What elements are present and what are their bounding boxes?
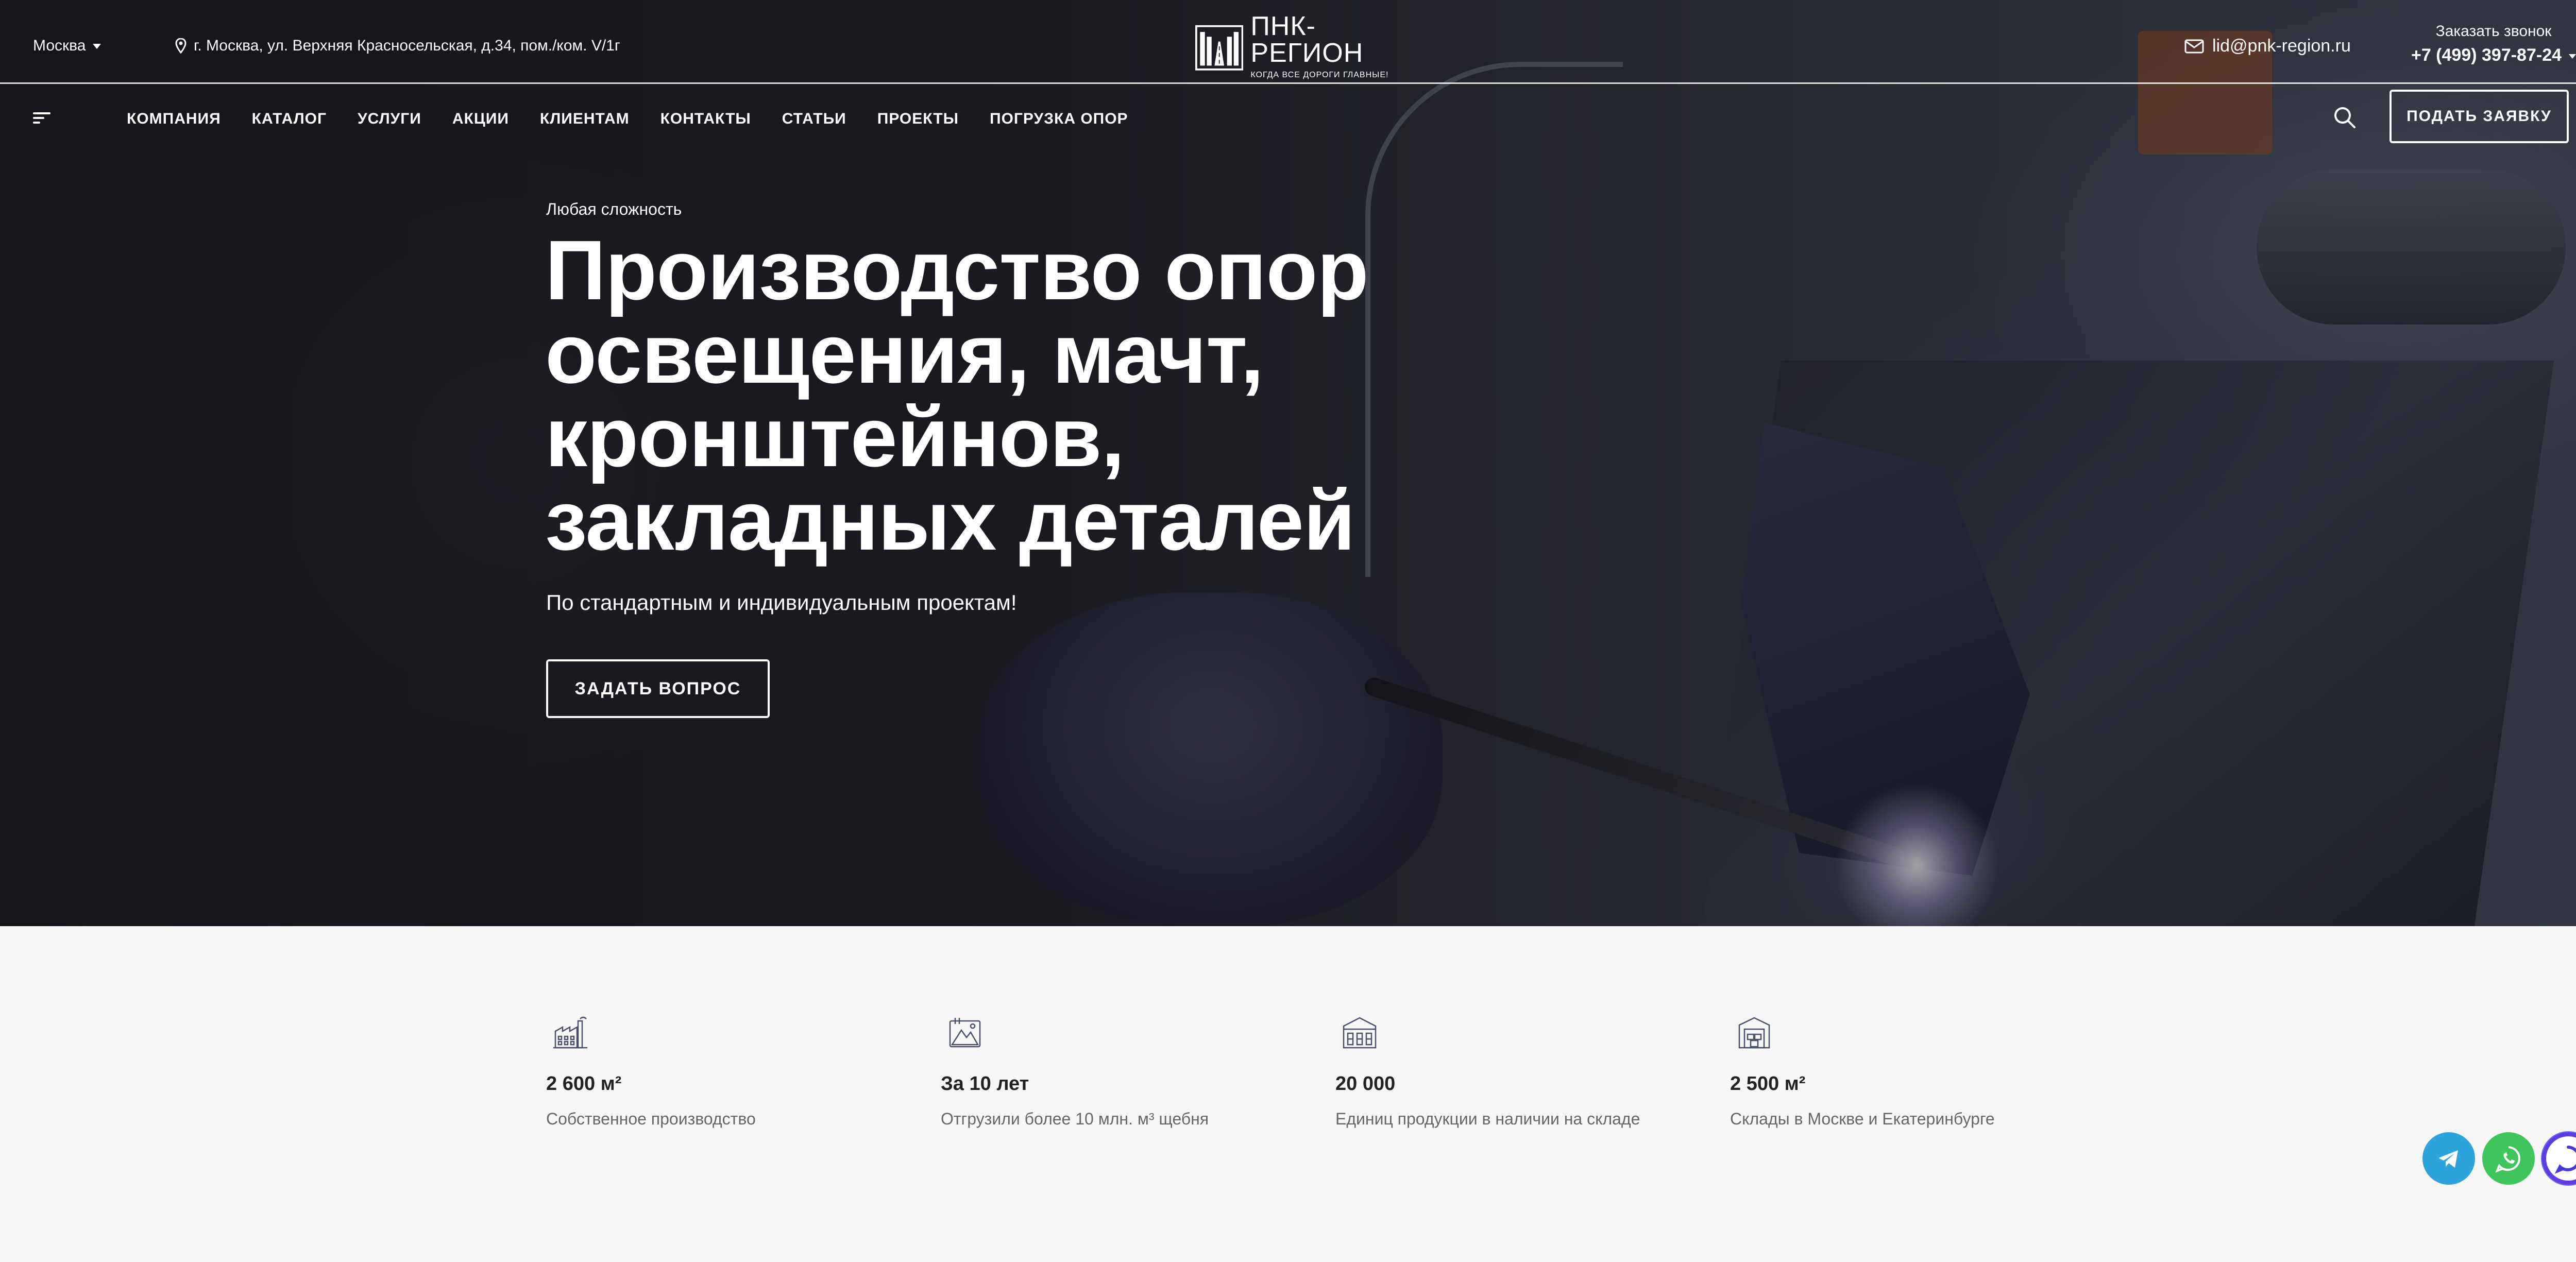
chat-icon: [2554, 1146, 2576, 1174]
callback-block: Заказать звонок +7 (499) 397-87-24: [2396, 23, 2576, 65]
logo-slogan: КОГДА ВСЕ ДОРОГИ ГЛАВНЫЕ!: [1250, 71, 1389, 79]
search-icon[interactable]: [2333, 106, 2357, 129]
phone-dropdown[interactable]: +7 (499) 397-87-24: [2396, 45, 2576, 65]
chevron-down-icon: [2569, 54, 2576, 59]
menu-burger-icon[interactable]: [33, 112, 50, 124]
nav-item-promos[interactable]: АКЦИИ: [437, 106, 524, 132]
stat-item: 2 600 м² Собственное производство: [546, 1014, 907, 1129]
logo-name: ПНК-РЕГИОН: [1250, 11, 1364, 68]
telegram-icon: [2438, 1150, 2458, 1168]
apply-button[interactable]: ПОДАТЬ ЗАЯВКУ: [2389, 90, 2569, 143]
address-text: г. Москва, ул. Верхняя Красносельская, д…: [194, 37, 620, 54]
stat-value: 2 600 м²: [546, 1073, 622, 1095]
hero-headline-line: освещения, мачт,: [545, 306, 1264, 401]
stat-value: 20 000: [1335, 1073, 1396, 1095]
logo[interactable]: ПНК-РЕГИОН КОГДА ВСЕ ДОРОГИ ГЛАВНЫЕ!: [1195, 13, 1417, 79]
nav-item-clients[interactable]: КЛИЕНТАМ: [524, 106, 645, 132]
stat-item: 20 000 Единиц продукции в наличии на скл…: [1335, 1014, 1696, 1129]
location-pin-icon: [175, 38, 187, 54]
ask-question-button[interactable]: ЗАДАТЬ ВОПРОС: [546, 659, 770, 718]
city-label: Москва: [33, 37, 86, 54]
hero-headline: Производство опор освещения, мачт, кронш…: [545, 223, 1421, 568]
nav-item-company[interactable]: КОМПАНИЯ: [127, 106, 236, 132]
stat-label: Единиц продукции в наличии на складе: [1335, 1110, 1640, 1128]
hero-subline: По стандартным и индивидуальным проектам…: [546, 590, 1017, 615]
stat-label: Собственное производство: [546, 1110, 756, 1128]
top-bar: Москва г. Москва, ул. Верхняя Красносель…: [0, 0, 2576, 82]
nav-item-contacts[interactable]: КОНТАКТЫ: [645, 106, 767, 132]
nav-item-pole-loading[interactable]: ПОГРУЗКА ОПОР: [974, 106, 1144, 132]
address: г. Москва, ул. Верхняя Красносельская, д…: [175, 37, 620, 55]
main-nav: КОМПАНИЯ КАТАЛОГ УСЛУГИ АКЦИИ КЛИЕНТАМ К…: [127, 106, 1144, 132]
stat-value: 2 500 м²: [1730, 1073, 1806, 1095]
email-text: lid@pnk-region.ru: [2212, 36, 2351, 56]
whatsapp-icon: [2495, 1146, 2520, 1173]
telegram-button[interactable]: [2422, 1132, 2475, 1185]
mountain-icon: [949, 1018, 981, 1048]
stat-item: За 10 лет Отгрузили более 10 млн. м³ щеб…: [941, 1014, 1301, 1129]
stat-label: Склады в Москве и Екатеринбурге: [1730, 1110, 1995, 1128]
factory-icon: [553, 1016, 587, 1049]
mail-icon: [2184, 39, 2204, 53]
nav-item-services[interactable]: УСЛУГИ: [342, 106, 437, 132]
phone-number: +7 (499) 397-87-24: [2411, 45, 2562, 65]
whatsapp-button[interactable]: [2482, 1132, 2535, 1185]
hero-headline-line: закладных деталей: [545, 473, 1355, 568]
hero-headline-line: Производство опор: [545, 223, 1369, 317]
header-divider: [0, 82, 2576, 84]
chevron-down-icon: [93, 44, 101, 49]
nav-item-projects[interactable]: ПРОЕКТЫ: [862, 106, 974, 132]
stat-item: 2 500 м² Склады в Москве и Екатеринбурге: [1730, 1014, 2091, 1129]
stats-section: 2 600 м² Собственное производство За 10 …: [0, 926, 2576, 1262]
nav-item-articles[interactable]: СТАТЬИ: [767, 106, 862, 132]
city-selector[interactable]: Москва: [33, 37, 101, 55]
callback-link[interactable]: Заказать звонок: [2396, 23, 2576, 40]
logo-mark-icon: [1195, 25, 1244, 71]
stat-value: За 10 лет: [941, 1073, 1029, 1095]
nav-item-catalog[interactable]: КАТАЛОГ: [236, 106, 342, 132]
logo-text: ПНК-РЕГИОН КОГДА ВСЕ ДОРОГИ ГЛАВНЫЕ!: [1250, 13, 1417, 80]
hero-headline-line: кронштейнов,: [545, 390, 1125, 484]
storage-icon: [1738, 1017, 1770, 1049]
warehouse-icon: [1343, 1017, 1377, 1049]
email-link[interactable]: lid@pnk-region.ru: [2184, 36, 2351, 56]
hero-kicker: Любая сложность: [546, 200, 682, 218]
stat-label: Отгрузили более 10 млн. м³ щебня: [941, 1110, 1209, 1128]
